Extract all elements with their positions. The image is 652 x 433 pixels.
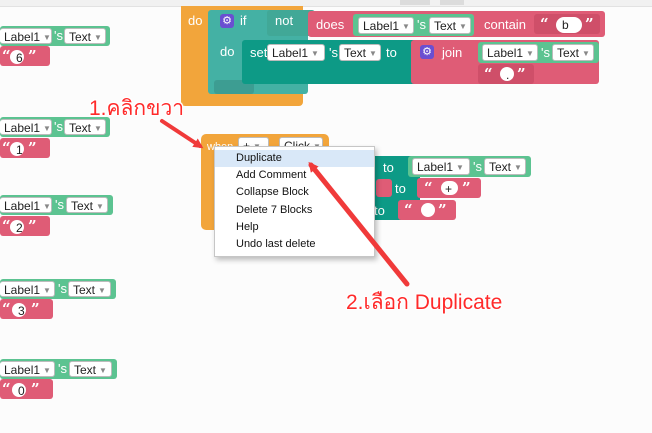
annotation-step-2: 2.เลือก Duplicate [346, 291, 503, 314]
blocks-workspace[interactable]: do ⚙ if do not does Label1 ▼ 's Text ▼ con… [0, 0, 652, 433]
arrow-to-duplicate-icon [308, 161, 410, 287]
annotation-step-1: 1.คลิกขวา [89, 97, 185, 120]
annotation-arrows [160, 119, 410, 287]
